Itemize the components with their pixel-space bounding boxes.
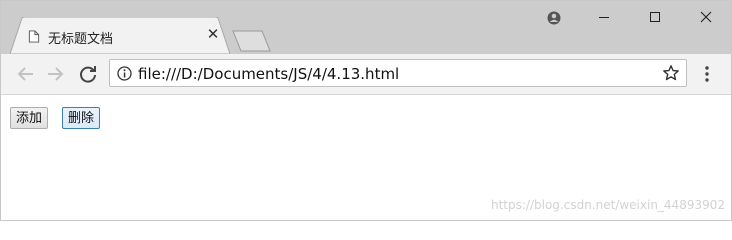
maximize-button[interactable] [632, 1, 678, 33]
minimize-icon [599, 17, 609, 18]
url-text[interactable]: file:///D:/Documents/JS/4/4.13.html [138, 65, 399, 83]
info-icon[interactable] [117, 66, 132, 81]
tab-shape [10, 17, 230, 54]
toolbar: file:///D:/Documents/JS/4/4.13.html [1, 54, 731, 95]
account-button[interactable] [531, 1, 577, 33]
account-icon [547, 11, 561, 25]
maximize-icon [650, 12, 660, 22]
close-icon [700, 11, 712, 23]
tab-title: 无标题文档 [48, 32, 114, 47]
kebab-menu-icon[interactable] [699, 65, 715, 83]
watermark-text: https://blog.csdn.net/weixin_44893902 [490, 198, 725, 212]
page-content: 添加 删除 https://blog.csdn.net/weixin_44893… [1, 95, 731, 220]
title-bar: 无标题文档 ✕ [1, 1, 731, 54]
close-button[interactable] [683, 1, 729, 33]
new-tab-button[interactable] [232, 30, 272, 54]
delete-button[interactable]: 删除 [62, 107, 101, 129]
arrow-right-icon[interactable] [43, 62, 67, 86]
page-icon [28, 30, 40, 43]
tab-close-button[interactable]: ✕ [204, 25, 222, 43]
add-button[interactable]: 添加 [10, 107, 49, 129]
arrow-left-icon[interactable] [14, 62, 38, 86]
tab-active[interactable]: 无标题文档 ✕ [10, 17, 230, 54]
star-icon[interactable] [662, 64, 680, 82]
minimize-button[interactable] [581, 1, 627, 33]
browser-window: 无标题文档 ✕ file:///D:/Documents/JS/4/4.13.h… [0, 0, 732, 221]
address-bar[interactable]: file:///D:/Documents/JS/4/4.13.html [109, 59, 687, 87]
reload-icon[interactable] [76, 62, 100, 86]
